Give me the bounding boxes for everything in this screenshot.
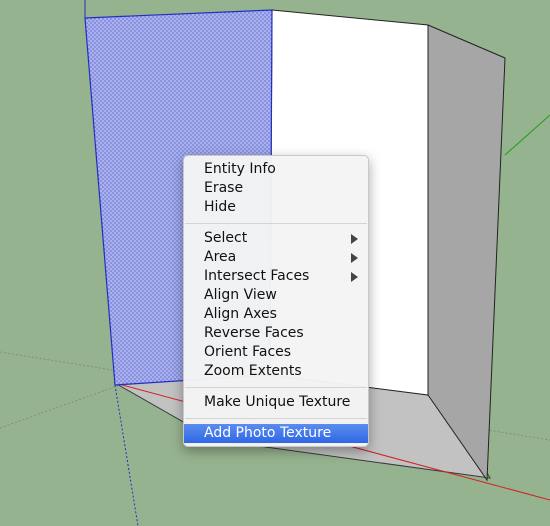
green-axis — [504, 114, 550, 156]
blue-axis-dotted — [114, 384, 139, 526]
menu-item-label: Intersect Faces — [204, 268, 310, 284]
menu-item-align-view[interactable]: Align View — [184, 286, 368, 305]
menu-item-erase[interactable]: Erase — [184, 179, 368, 198]
menu-item-add-photo-texture[interactable]: Add Photo Texture — [184, 424, 368, 443]
menu-item-orient-faces[interactable]: Orient Faces — [184, 343, 368, 362]
menu-item-align-axes[interactable]: Align Axes — [184, 305, 368, 324]
menu-item-label: Area — [204, 249, 237, 265]
ground-axis-line-2 — [0, 384, 121, 429]
context-menu: Entity Info Erase Hide Select Area Inter… — [183, 155, 369, 447]
submenu-arrow-icon — [351, 272, 358, 282]
menu-separator — [185, 223, 367, 224]
submenu-arrow-icon — [351, 234, 358, 244]
menu-separator — [185, 418, 367, 419]
right-gray-wall — [427, 24, 506, 482]
menu-item-hide[interactable]: Hide — [184, 198, 368, 217]
menu-item-select[interactable]: Select — [184, 229, 368, 248]
menu-item-entity-info[interactable]: Entity Info — [184, 160, 368, 179]
3d-viewport[interactable]: Entity Info Erase Hide Select Area Inter… — [0, 0, 550, 526]
menu-item-zoom-extents[interactable]: Zoom Extents — [184, 362, 368, 381]
menu-item-make-unique-texture[interactable]: Make Unique Texture — [184, 393, 368, 412]
menu-item-intersect-faces[interactable]: Intersect Faces — [184, 267, 368, 286]
menu-separator — [185, 387, 367, 388]
submenu-arrow-icon — [351, 253, 358, 263]
menu-item-label: Select — [204, 230, 248, 246]
menu-item-reverse-faces[interactable]: Reverse Faces — [184, 324, 368, 343]
menu-item-area[interactable]: Area — [184, 248, 368, 267]
